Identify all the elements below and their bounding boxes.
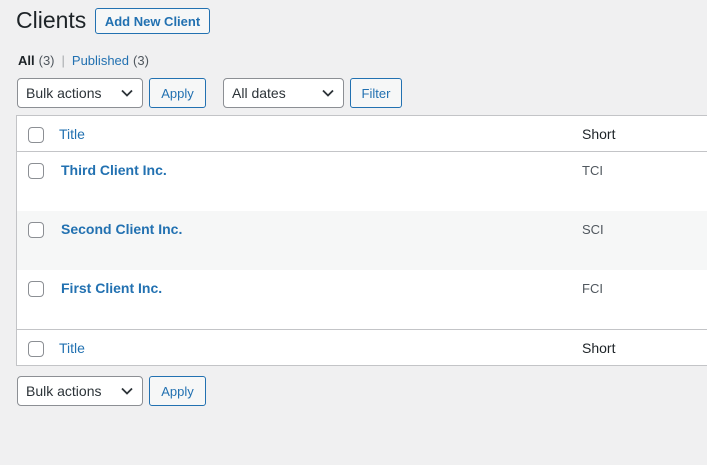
apply-button-bottom[interactable]: Apply: [149, 376, 206, 406]
column-title-footer[interactable]: Title: [59, 340, 85, 356]
row-short: TCI: [582, 163, 603, 178]
status-filter-links: All (3) | Published (3): [18, 53, 149, 68]
clients-table: Title Short Third Client Inc. TCI Second…: [16, 115, 707, 366]
table-row: First Client Inc. FCI: [17, 270, 707, 329]
select-all-checkbox[interactable]: [28, 127, 44, 143]
add-new-client-button[interactable]: Add New Client: [95, 8, 210, 34]
dates-select[interactable]: All dates: [223, 78, 344, 108]
row-title-link[interactable]: Second Client Inc.: [61, 221, 182, 237]
apply-button-top[interactable]: Apply: [149, 78, 206, 108]
bulk-actions-value: Bulk actions: [26, 85, 102, 101]
filter-button[interactable]: Filter: [350, 78, 402, 108]
row-short: SCI: [582, 222, 604, 237]
column-title-header[interactable]: Title: [59, 126, 85, 142]
row-checkbox[interactable]: [28, 163, 44, 179]
bulk-actions-select-bottom[interactable]: Bulk actions: [17, 376, 143, 406]
table-row: Third Client Inc. TCI: [17, 152, 707, 211]
filter-all-count: (3): [38, 53, 55, 68]
chevron-down-icon: [121, 89, 133, 97]
chevron-down-icon: [322, 89, 334, 97]
bulk-actions-value: Bulk actions: [26, 383, 102, 399]
select-all-checkbox-footer[interactable]: [28, 341, 44, 357]
row-short: FCI: [582, 281, 603, 296]
row-checkbox[interactable]: [28, 281, 44, 297]
chevron-down-icon: [121, 387, 133, 395]
column-short-footer: Short: [582, 340, 616, 356]
column-short-header: Short: [582, 126, 616, 142]
filter-published-link[interactable]: Published: [72, 53, 129, 68]
table-footer: Title Short: [17, 329, 707, 365]
filter-separator: |: [61, 53, 65, 68]
bulk-actions-select-top[interactable]: Bulk actions: [17, 78, 143, 108]
row-checkbox[interactable]: [28, 222, 44, 238]
table-header: Title Short: [17, 116, 707, 152]
row-title-link[interactable]: First Client Inc.: [61, 280, 162, 296]
page-title: Clients: [16, 7, 87, 33]
row-title-link[interactable]: Third Client Inc.: [61, 162, 167, 178]
table-row: Second Client Inc. SCI: [17, 211, 707, 270]
filter-published-count: (3): [133, 53, 149, 68]
filter-all-link[interactable]: All: [18, 53, 35, 68]
dates-value: All dates: [232, 85, 286, 101]
